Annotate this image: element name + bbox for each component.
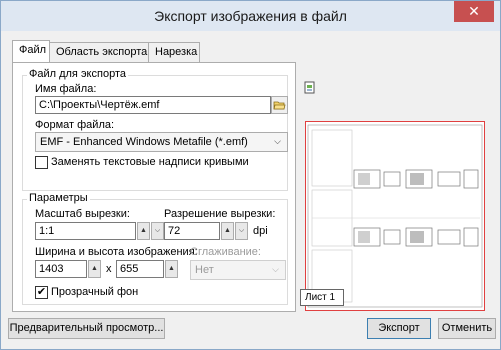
times-sign: x <box>106 263 112 275</box>
format-select-value: EMF - Enhanced Windows Metafile (*.emf) <box>40 136 248 148</box>
transparent-bg-checkbox[interactable]: ✔ <box>35 286 48 299</box>
scale-dropdown[interactable]: ⌵ <box>151 222 164 240</box>
image-size-label: Ширина и высота изображения: <box>35 246 198 258</box>
page-preview-icon[interactable] <box>304 81 316 94</box>
spin-up-icon: ▲ <box>140 227 147 234</box>
page-preview <box>305 121 485 311</box>
tab-export-area[interactable]: Область экспорта <box>49 42 149 63</box>
resolution-stepper[interactable]: ▲ <box>221 222 234 240</box>
export-file-legend: Файл для экспорта <box>27 68 128 80</box>
resolution-dropdown[interactable]: ⌵ <box>235 222 248 240</box>
scale-up-down[interactable]: ▲ <box>137 222 150 240</box>
smoothing-select[interactable]: Нет ⌵ <box>190 260 286 280</box>
tab-slicing[interactable]: Нарезка <box>148 42 200 63</box>
filename-label: Имя файла: <box>35 83 97 95</box>
dialog-title: Экспорт изображения в файл <box>154 8 347 24</box>
tab-panel-file: Файл для экспорта Имя файла: C:\Проекты\… <box>12 62 296 312</box>
preview-pane: Лист 1 <box>300 71 490 312</box>
spin-up-icon: ▲ <box>91 265 98 272</box>
close-button[interactable]: ✕ <box>454 1 494 22</box>
replace-text-checkbox[interactable] <box>35 156 48 169</box>
params-legend: Параметры <box>27 192 90 204</box>
height-input[interactable]: 655 <box>116 260 164 278</box>
format-label: Формат файла: <box>35 119 115 131</box>
cancel-button[interactable]: Отменить <box>438 318 496 339</box>
chevron-down-icon: ⌵ <box>272 264 279 274</box>
browse-button[interactable] <box>271 96 288 114</box>
replace-text-label: Заменять текстовые надписи кривыми <box>51 156 249 168</box>
smoothing-select-value: Нет <box>195 264 214 276</box>
sheet-tab-label: Лист 1 <box>305 292 336 303</box>
scale-label: Масштаб вырезки: <box>35 208 130 220</box>
chevron-down-icon: ⌵ <box>238 227 245 234</box>
spin-up-icon: ▲ <box>224 227 231 234</box>
title-bar: Экспорт изображения в файл ✕ <box>1 1 500 31</box>
resolution-label: Разрешение вырезки: <box>164 208 276 220</box>
tab-file[interactable]: Файл <box>12 40 50 64</box>
chevron-down-icon: ⌵ <box>274 136 281 146</box>
format-select[interactable]: EMF - Enhanced Windows Metafile (*.emf) … <box>35 132 288 152</box>
scale-input[interactable]: 1:1 <box>35 222 136 240</box>
transparent-bg-label: Прозрачный фон <box>51 286 139 298</box>
filename-input[interactable]: C:\Проекты\Чертёж.emf <box>35 96 271 114</box>
export-button[interactable]: Экспорт <box>367 318 431 339</box>
width-stepper[interactable]: ▲ <box>88 260 101 278</box>
export-dialog: Экспорт изображения в файл ✕ Файл Област… <box>0 0 501 350</box>
width-input[interactable]: 1403 <box>35 260 87 278</box>
height-stepper[interactable]: ▲ <box>165 260 178 278</box>
smoothing-label: Сглаживание: <box>190 246 261 258</box>
resolution-input[interactable]: 72 <box>164 222 220 240</box>
sheet-tab-1[interactable]: Лист 1 <box>300 289 344 306</box>
chevron-down-icon: ⌵ <box>154 227 161 234</box>
open-folder-icon <box>273 101 286 110</box>
drawing-thumbnail <box>307 124 483 308</box>
dpi-unit: dpi <box>253 225 268 237</box>
spin-up-icon: ▲ <box>168 265 175 272</box>
preview-button[interactable]: Предварительный просмотр... <box>8 318 165 339</box>
